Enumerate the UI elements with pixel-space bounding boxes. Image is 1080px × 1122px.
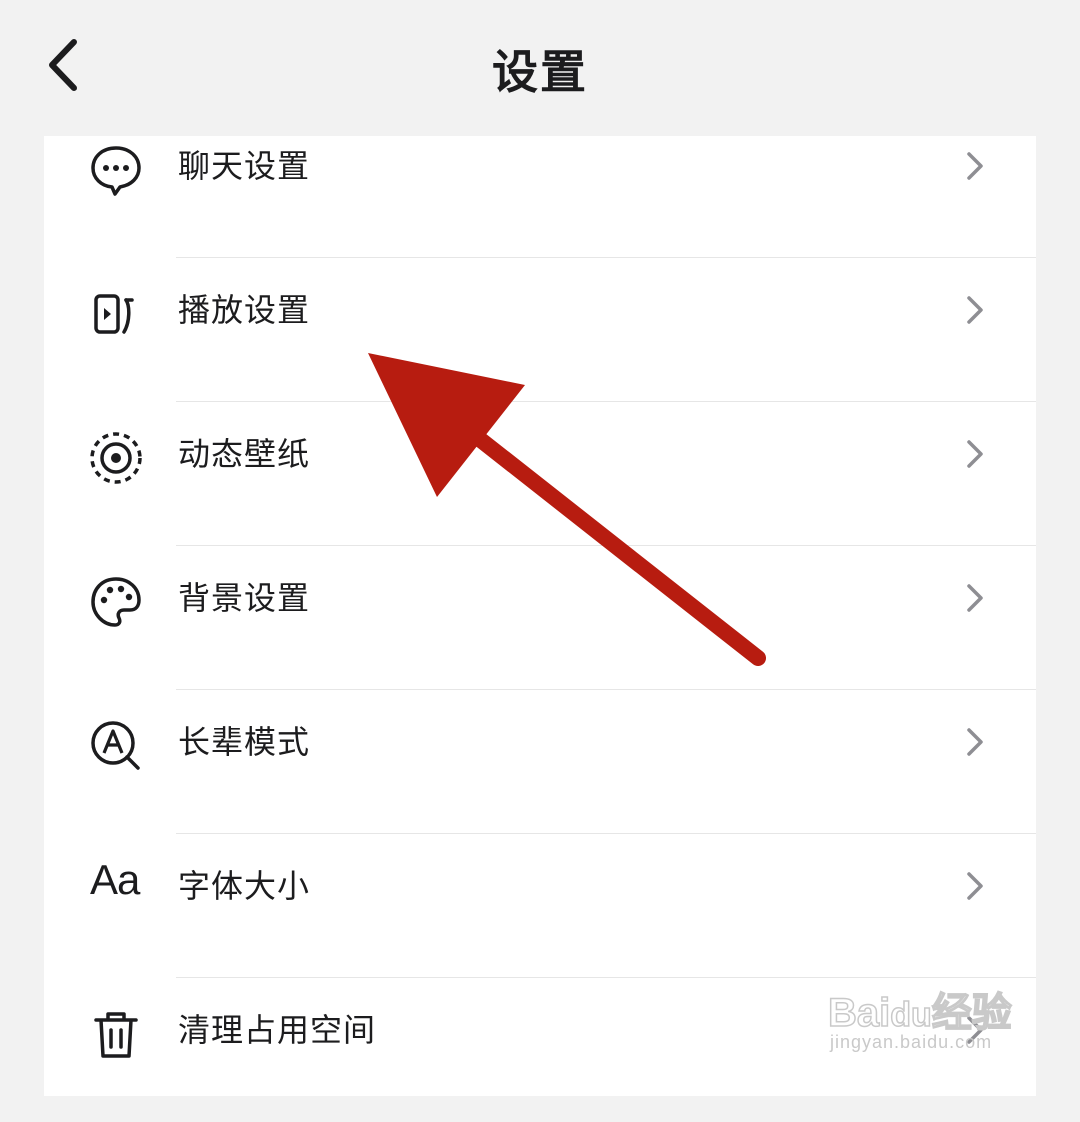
list-item-dynamic-wallpaper[interactable]: 动态壁纸 (44, 402, 1036, 546)
list-item-label: 聊天设置 (178, 147, 311, 185)
chat-bubble-icon (91, 146, 141, 196)
list-item-label: 长辈模式 (178, 723, 311, 761)
list-item-chat-settings[interactable]: 聊天设置 (44, 114, 1036, 258)
dynamic-wallpaper-icon (90, 432, 142, 484)
chevron-right-icon (967, 584, 983, 612)
list-item-label: 动态壁纸 (178, 435, 311, 473)
list-item-background-settings[interactable]: 背景设置 (44, 546, 1036, 690)
nav-bar: 设置 (0, 0, 1080, 130)
chevron-right-icon (967, 296, 983, 324)
elder-mode-icon (91, 721, 140, 770)
trash-icon (94, 1012, 138, 1058)
settings-list: 聊天设置 播放设置 动态壁纸 背景设置 长辈模式 Aa 字体大小 清理占用空间 (44, 136, 1036, 1096)
chevron-right-icon (967, 728, 983, 756)
watermark-url: jingyan.baidu.com (830, 1032, 993, 1052)
font-size-icon: Aa (90, 856, 140, 903)
chevron-right-icon (967, 872, 983, 900)
chevron-right-icon (967, 152, 983, 180)
chevron-right-icon (967, 440, 983, 468)
list-item-label: 字体大小 (178, 867, 311, 905)
list-item-playback-settings[interactable]: 播放设置 (44, 258, 1036, 402)
watermark-brand: Baidu经验 (827, 990, 1012, 1036)
list-item-label: 清理占用空间 (178, 1011, 377, 1049)
watermark: Baidu经验 jingyan.baidu.com (827, 962, 1028, 1062)
page-title: 设置 (492, 45, 588, 99)
list-item-label: 播放设置 (178, 291, 311, 329)
palette-icon (91, 577, 141, 627)
list-item-elder-mode[interactable]: 长辈模式 (44, 690, 1036, 834)
list-item-font-size[interactable]: Aa 字体大小 (44, 834, 1036, 978)
playback-icon (94, 294, 134, 334)
list-item-label: 背景设置 (178, 579, 311, 617)
